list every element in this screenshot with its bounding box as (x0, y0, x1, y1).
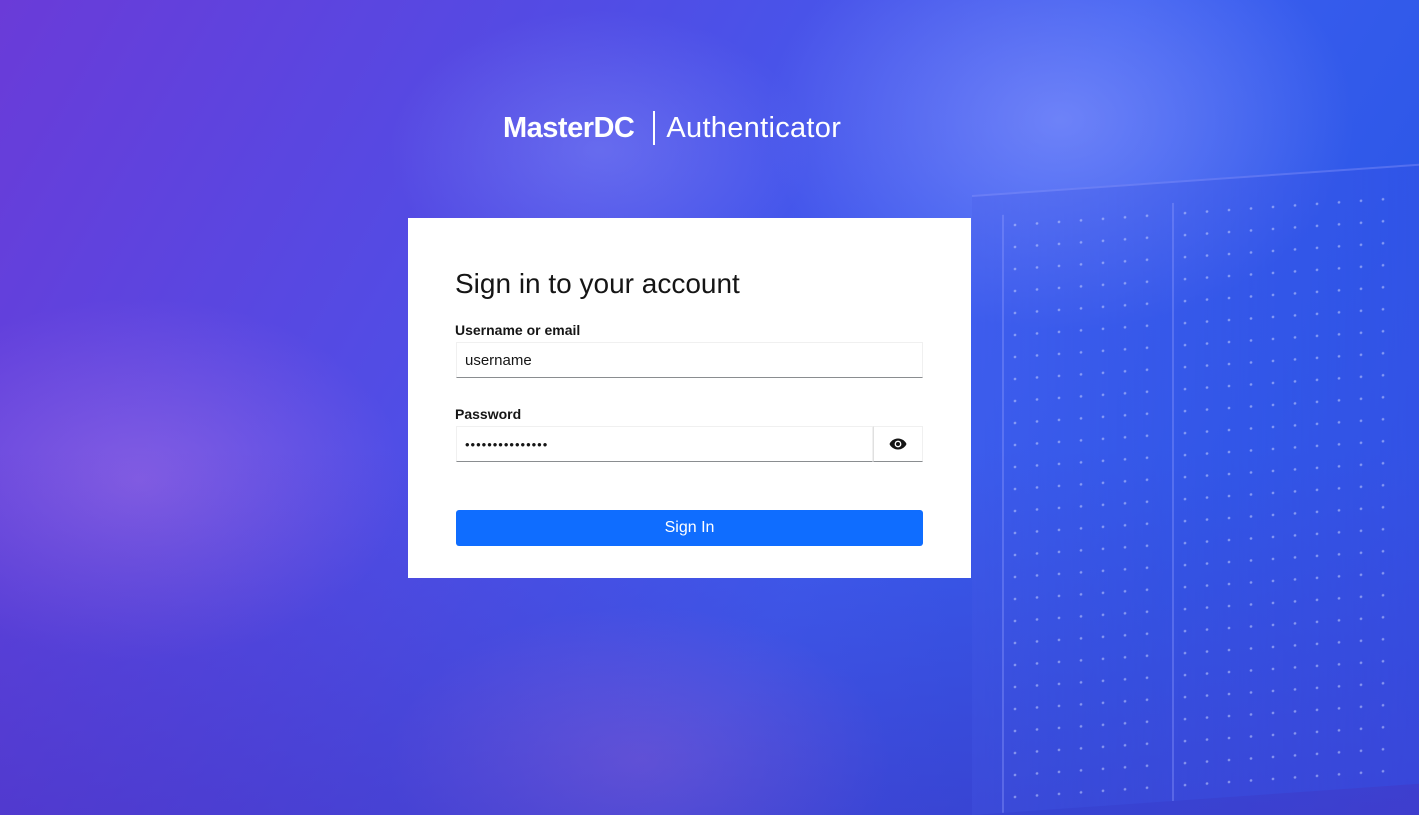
brand-product-name: Authenticator (666, 111, 842, 144)
show-password-button[interactable] (873, 426, 923, 462)
brand-logo: MasterDC (503, 111, 635, 144)
rack-panel-left (1002, 204, 1152, 813)
password-field-group: ••••••••••••••• (456, 426, 923, 462)
login-card: Sign in to your account Username or emai… (408, 218, 971, 578)
server-rack-illustration (972, 163, 1419, 815)
brand-divider (653, 111, 656, 145)
username-label: Username or email (455, 322, 581, 338)
password-input[interactable]: ••••••••••••••• (456, 426, 873, 462)
eye-icon (889, 438, 907, 450)
page-title: Sign in to your account (455, 268, 740, 299)
sign-in-button[interactable]: Sign In (456, 510, 923, 546)
username-input[interactable]: username (456, 342, 923, 378)
password-label: Password (455, 406, 522, 422)
rack-panel-right (1172, 186, 1402, 802)
brand-header: MasterDC Authenticator (503, 108, 841, 148)
